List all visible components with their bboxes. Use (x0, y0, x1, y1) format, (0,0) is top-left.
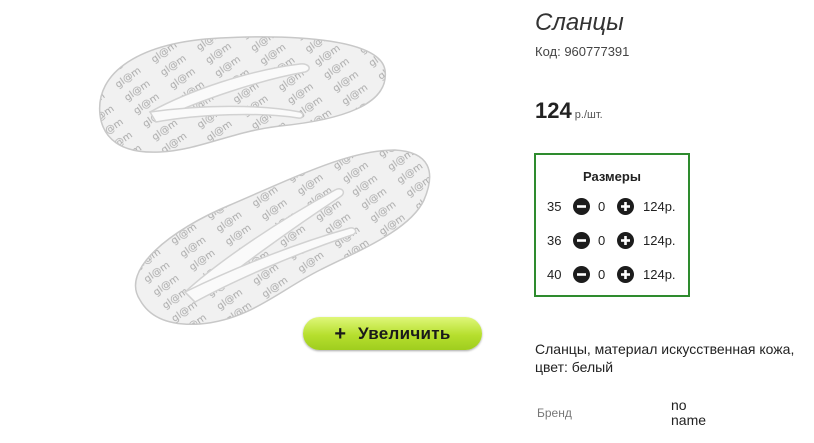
price-unit: р./шт. (571, 109, 603, 121)
plus-icon: + (334, 322, 347, 345)
plus-icon[interactable] (617, 266, 634, 283)
sizes-header: Размеры (583, 169, 641, 184)
product-image[interactable]: gl@m + Увеличить (0, 0, 500, 443)
minus-icon[interactable] (573, 232, 590, 249)
zoom-button-label: Увеличить (358, 323, 451, 343)
product-description: Сланцы, материал искусственная кожа, цве… (535, 341, 795, 375)
plus-icon[interactable] (617, 198, 634, 215)
size-value: 35 (547, 199, 562, 214)
brand-label: Бренд (537, 406, 572, 420)
minus-icon[interactable] (573, 198, 590, 215)
size-value: 36 (547, 233, 562, 248)
size-price: 124р. (643, 267, 676, 282)
price-value: 124 (535, 98, 572, 123)
slippers-picture: gl@m (98, 36, 431, 326)
size-row: 36 0 124р. (536, 231, 688, 251)
product-code: Код: 960777391 (535, 44, 630, 59)
quantity-value: 0 (598, 199, 606, 214)
size-row: 40 0 124р. (536, 265, 688, 285)
zoom-button[interactable]: + Увеличить (303, 317, 482, 350)
upper-sole (98, 36, 386, 153)
quantity-value: 0 (598, 267, 606, 282)
lower-sole (134, 149, 431, 326)
plus-icon[interactable] (617, 232, 634, 249)
quantity-value: 0 (598, 233, 606, 248)
sizes-box: Размеры 35 0 124р. 36 0 124р. 40 0 124р. (534, 153, 690, 297)
size-price: 124р. (643, 199, 676, 214)
brand-value: no name (671, 397, 707, 428)
product-price: 124 р./шт. (535, 98, 603, 124)
size-row: 35 0 124р. (536, 197, 688, 217)
size-price: 124р. (643, 233, 676, 248)
product-title: Сланцы (535, 9, 624, 36)
minus-icon[interactable] (573, 266, 590, 283)
size-value: 40 (547, 267, 562, 282)
